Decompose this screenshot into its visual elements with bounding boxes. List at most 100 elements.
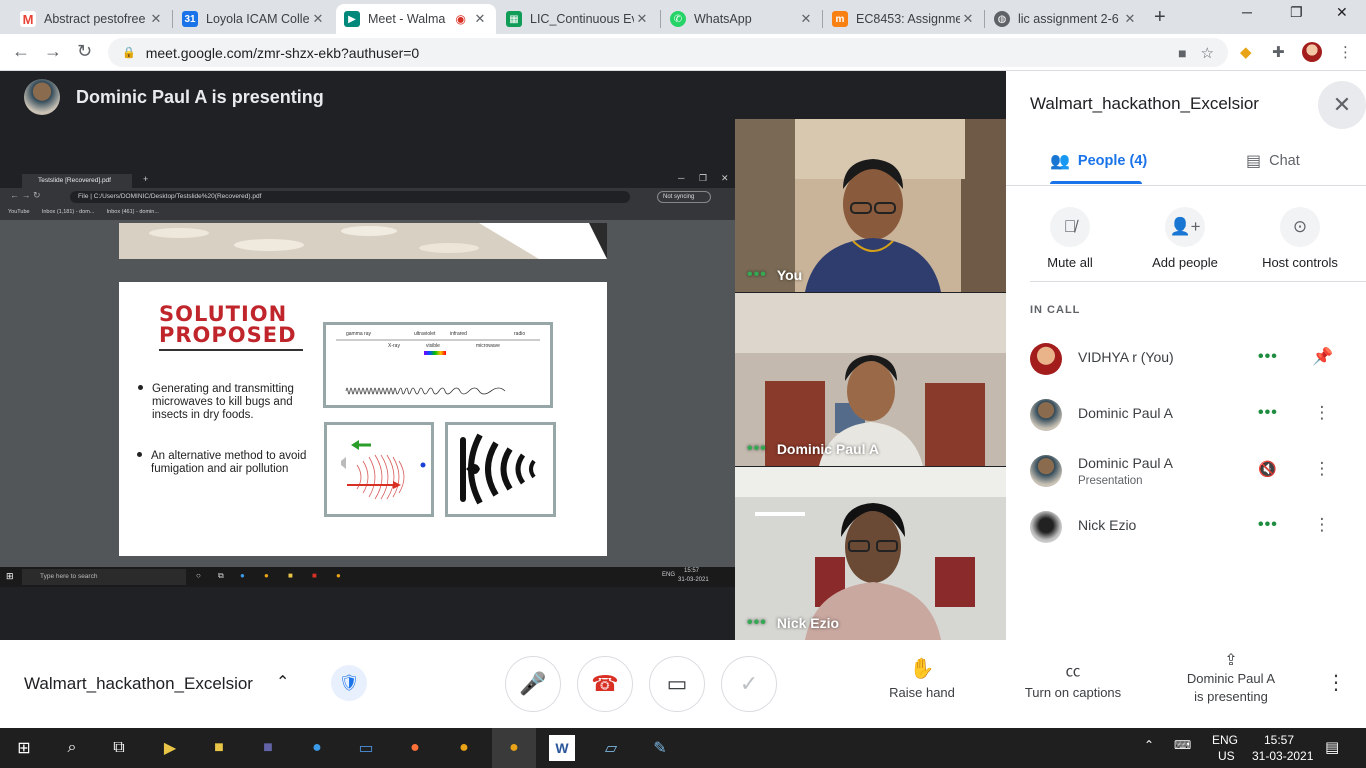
meeting-details[interactable]: Walmart_hackathon_Excelsior (24, 674, 253, 694)
language-indicator[interactable]: ENG (1212, 733, 1238, 747)
leave-call-button[interactable]: ☎ (577, 656, 633, 712)
mute-all-button[interactable]: 🎙̸ Mute all (1015, 207, 1125, 270)
word-icon[interactable]: W (549, 735, 575, 761)
chevron-up-icon[interactable]: ⌃ (276, 672, 289, 692)
close-icon[interactable]: ✕ (148, 11, 164, 27)
bookmark-star-icon[interactable]: ☆ (1201, 44, 1214, 62)
participant-row[interactable]: Dominic Paul A ••• ⋮ (1030, 395, 1350, 435)
chrome-icon[interactable]: ● (451, 735, 477, 761)
close-icon[interactable]: ✕ (472, 11, 488, 27)
active-tab-indicator (1050, 181, 1142, 184)
close-icon[interactable]: ✕ (798, 11, 814, 27)
close-icon[interactable]: ✕ (960, 11, 976, 27)
clock-date[interactable]: 31-03-2021 (1252, 749, 1313, 763)
restore-icon[interactable]: ❐ (1290, 4, 1303, 21)
teams-icon[interactable]: ■ (255, 735, 281, 761)
windows-start-icon: ⊞ (6, 571, 14, 581)
close-icon[interactable]: ✕ (1122, 11, 1138, 27)
minimize-icon[interactable]: ─ (1242, 4, 1252, 20)
tab-gmail[interactable]: M Abstract pestofree ✕ (12, 4, 172, 34)
notepad-icon[interactable]: ▱ (598, 735, 624, 761)
close-icon[interactable]: ✕ (310, 11, 326, 27)
tab-chat-label: Chat (1269, 153, 1300, 169)
file-explorer-icon[interactable]: ■ (206, 735, 232, 761)
profile-avatar[interactable] (1302, 42, 1322, 62)
paint-icon[interactable]: ✎ (647, 735, 673, 761)
search-icon[interactable]: ⌕ (59, 735, 85, 761)
tab-chat[interactable]: ▤ Chat (1246, 151, 1300, 171)
tab-moodle[interactable]: m EC8453: Assignme ✕ (824, 4, 984, 34)
media-player-icon[interactable]: ▶ (157, 735, 183, 761)
windows-start-icon[interactable]: ⊞ (11, 735, 37, 761)
puzzle-icon[interactable]: ✚ (1272, 43, 1285, 61)
window-close-icon[interactable]: ✕ (1336, 4, 1348, 21)
participant-tile-you[interactable]: ••• You (735, 119, 1006, 292)
browser-menu-icon[interactable]: ⋮ (1338, 43, 1353, 61)
close-icon: ✕ (721, 173, 729, 183)
more-options-icon[interactable]: ⋮ (1312, 403, 1332, 423)
edge-icon[interactable]: ● (304, 735, 330, 761)
slide-fragment (119, 223, 607, 259)
present-button[interactable]: ✓ (721, 656, 777, 712)
raise-hand-label: Raise hand (889, 685, 955, 700)
participant-row[interactable]: Nick Ezio ••• ⋮ (1030, 507, 1350, 547)
gmail-icon: M (20, 11, 36, 27)
new-tab-icon[interactable]: + (1154, 6, 1166, 29)
add-people-button[interactable]: 👤+ Add people (1130, 207, 1240, 270)
tab-whatsapp[interactable]: ✆ WhatsApp ✕ (662, 4, 822, 34)
tab-lic-assignment[interactable]: ◍ lic assignment 2-6 ✕ (986, 4, 1146, 34)
chevron-up-icon[interactable]: ⌃ (1144, 738, 1154, 752)
host-controls-button[interactable]: ⊙ Host controls (1245, 207, 1355, 270)
chrome-icon: ● (336, 571, 341, 580)
tab-meet[interactable]: ▶ Meet - Walma ◉ ✕ (336, 4, 496, 34)
clock-time[interactable]: 15:57 (1264, 733, 1294, 747)
keyboard-layout[interactable]: US (1218, 749, 1235, 763)
extension-icon[interactable]: ◆ (1240, 43, 1252, 61)
back-icon[interactable]: ← (12, 41, 30, 62)
shared-date: 31-03-2021 (678, 577, 709, 583)
firefox-icon[interactable]: ● (402, 735, 428, 761)
more-options-icon[interactable]: ⋮ (1326, 670, 1346, 695)
host-shield-icon[interactable]: 🛡 (331, 665, 367, 701)
camera-icon[interactable]: ■ (1178, 45, 1186, 61)
forward-icon[interactable]: → (44, 41, 62, 62)
audio-indicator-icon: ••• (1258, 516, 1278, 533)
tab-calendar[interactable]: 31 Loyola ICAM Colle ✕ (174, 4, 334, 34)
participant-row[interactable]: Dominic Paul A Presentation 🔇 ⋮ (1030, 451, 1350, 491)
panel-close-button[interactable]: ✕ (1318, 81, 1366, 129)
participant-row[interactable]: VIDHYA r (You) ••• 📌 (1030, 339, 1350, 379)
presenting-label-1: Dominic Paul A (1186, 671, 1276, 686)
presenting-button[interactable]: ⇪ Dominic Paul A is presenting (1171, 652, 1291, 706)
microphone-button[interactable]: 🎤 (505, 656, 561, 712)
more-options-icon[interactable]: ⋮ (1312, 459, 1332, 479)
captions-button[interactable]: ㏄ Turn on captions (1008, 660, 1138, 700)
reload-icon[interactable]: ↻ (77, 41, 92, 62)
notifications-icon[interactable]: ▤ (1325, 738, 1339, 756)
close-icon[interactable]: ✕ (634, 11, 650, 27)
audio-indicator-icon: ••• (747, 266, 767, 283)
tab-title: WhatsApp (694, 12, 752, 26)
audio-indicator-icon: ••• (1258, 348, 1278, 365)
participant-name: Dominic Paul A (1078, 455, 1173, 471)
address-bar[interactable]: 🔒 meet.google.com/zmr-shzx-ekb?authuser=… (108, 38, 1228, 67)
participant-tile-nick[interactable]: ••• Nick Ezio (735, 467, 1006, 640)
audio-indicator-icon: ••• (747, 440, 767, 457)
raise-hand-button[interactable]: ✋ Raise hand (872, 656, 972, 700)
keyboard-icon[interactable]: ⌨ (1174, 738, 1191, 752)
bullet-text: An alternative method to avoid fumigatio… (151, 450, 307, 475)
camera-button[interactable]: ▭ (649, 656, 705, 712)
more-options-icon[interactable]: ⋮ (1312, 515, 1332, 535)
chrome-profile-icon[interactable]: ● (501, 735, 527, 761)
tab-people[interactable]: 👥 People (4) (1050, 151, 1147, 171)
participant-tile-dominic[interactable]: ••• Dominic Paul A (735, 293, 1006, 466)
mic-off-icon: 🎙̸ (1050, 207, 1090, 247)
task-view-icon[interactable]: ⧉ (106, 735, 132, 761)
captions-label: Turn on captions (1024, 685, 1122, 700)
computer-icon[interactable]: ▭ (353, 735, 379, 761)
participant-subtitle: Presentation (1078, 475, 1143, 487)
avatar (24, 79, 60, 115)
tab-sheets[interactable]: ▦ LIC_Continuous Ev ✕ (498, 4, 658, 34)
close-icon: ✕ (1332, 92, 1352, 117)
minimize-icon: ─ (678, 173, 685, 183)
pin-icon[interactable]: 📌 (1312, 347, 1333, 367)
